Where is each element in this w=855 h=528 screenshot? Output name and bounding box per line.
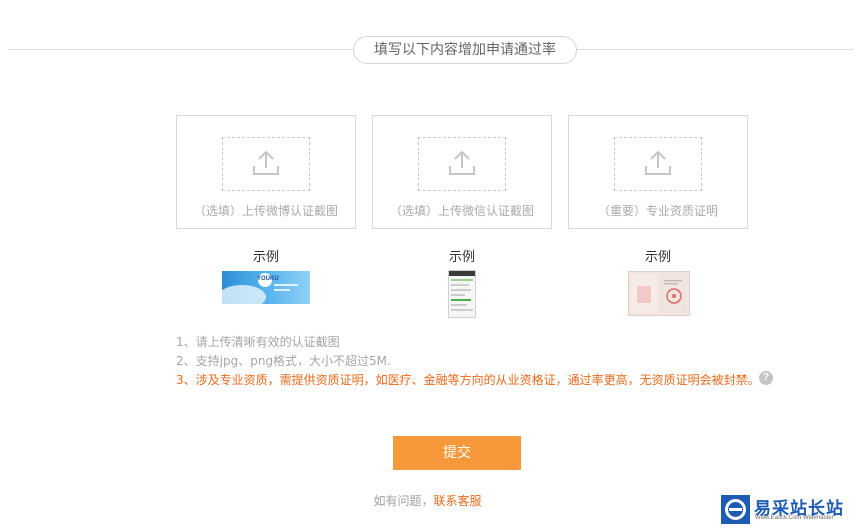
upload-label: （选填）上传微博认证截图 bbox=[193, 204, 338, 218]
certificate-example-image bbox=[631, 274, 687, 313]
note-line-1: 1、请上传清晰有效的认证截图 bbox=[176, 335, 340, 349]
wechat-upload-box[interactable]: （选填）上传微信认证截图 bbox=[372, 115, 552, 229]
example-label-qualification: 示例 bbox=[644, 250, 671, 265]
youku-logo-text: YOUKU bbox=[257, 276, 279, 282]
upload-dropzone bbox=[222, 137, 310, 191]
upload-notes: 1、请上传清晰有效的认证截图 2、支持jpg、png格式，大小不超过5M. 3、… bbox=[176, 333, 760, 390]
section-title: 填写以下内容增加申请通过率 bbox=[353, 36, 577, 64]
site-watermark: 易采站长站 Www.Easck.Com Webmaster bbox=[718, 493, 855, 526]
example-label-wechat: 示例 bbox=[448, 250, 475, 265]
upload-dropzone bbox=[418, 137, 506, 191]
qualification-upload-box[interactable]: （重要）专业资质证明 bbox=[568, 115, 748, 229]
contact-support-link[interactable]: 联系客服 bbox=[434, 494, 482, 508]
upload-icon bbox=[645, 150, 671, 175]
qualification-example-thumbnail[interactable] bbox=[628, 271, 690, 316]
e-logo-icon bbox=[721, 495, 750, 524]
question-icon[interactable]: ? bbox=[759, 371, 773, 385]
weibo-example-thumbnail[interactable]: YOUKU bbox=[222, 271, 310, 304]
wechat-example-image bbox=[449, 271, 475, 311]
wechat-example-thumbnail[interactable] bbox=[448, 270, 476, 318]
watermark-subtitle: Www.Easck.Com Webmaster bbox=[755, 515, 834, 521]
upload-icon bbox=[449, 150, 475, 175]
upload-icon bbox=[253, 150, 279, 175]
upload-label: （重要）专业资质证明 bbox=[597, 204, 718, 218]
submit-button[interactable]: 提交 bbox=[393, 436, 521, 470]
upload-dropzone bbox=[614, 137, 702, 191]
example-label-weibo: 示例 bbox=[252, 250, 279, 265]
note-line-3: 3、涉及专业资质，需提供资质证明，如医疗、金融等方向的从业资格证，通过率更高，无… bbox=[176, 373, 760, 387]
weibo-upload-box[interactable]: （选填）上传微博认证截图 bbox=[176, 115, 356, 229]
note-line-2: 2、支持jpg、png格式，大小不超过5M. bbox=[176, 354, 391, 368]
contact-prefix: 如有问题， bbox=[373, 494, 434, 508]
upload-label: （选填）上传微信认证截图 bbox=[389, 204, 534, 218]
